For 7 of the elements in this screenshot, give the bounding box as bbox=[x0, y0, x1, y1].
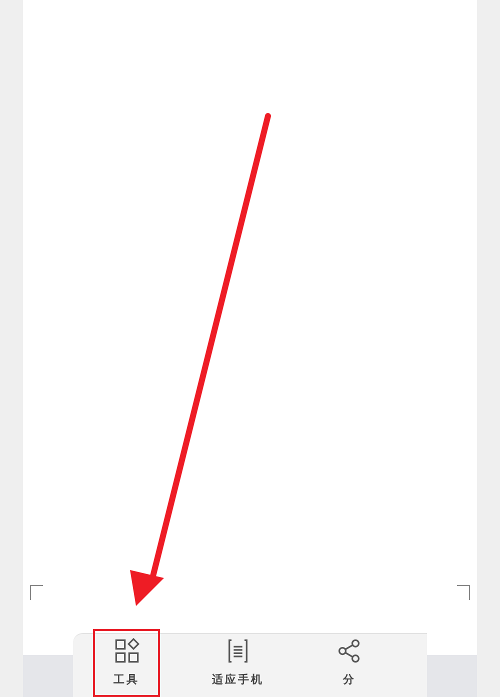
toolbar-button[interactable]: 适应手机 bbox=[204, 629, 272, 697]
grid-icon bbox=[114, 638, 140, 664]
toolbar-button[interactable]: 工具 bbox=[93, 629, 160, 697]
crop-mark-icon bbox=[30, 585, 43, 600]
crop-mark-icon bbox=[457, 585, 470, 600]
share-icon bbox=[336, 638, 362, 664]
toolbar-button[interactable]: 分 bbox=[316, 629, 383, 697]
